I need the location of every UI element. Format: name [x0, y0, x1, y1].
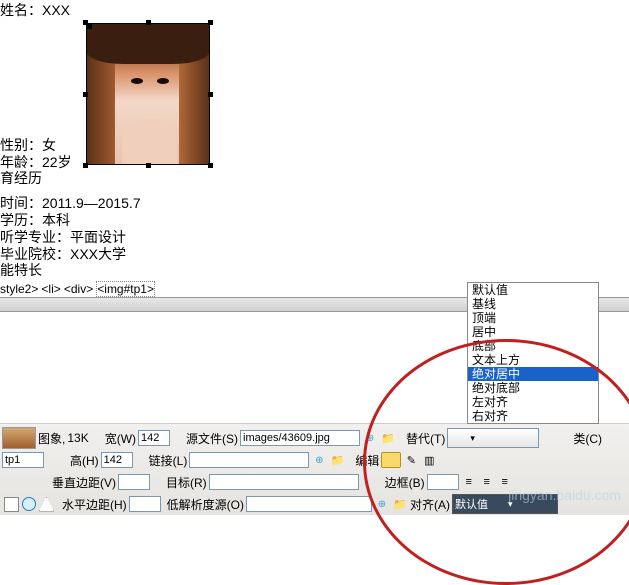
align-left-icon[interactable]: ≡: [461, 474, 477, 490]
align-label: 对齐(A): [410, 496, 450, 513]
target-input[interactable]: [209, 474, 359, 490]
map-poly-icon[interactable]: [39, 497, 54, 512]
properties-panel: 默认值 基线 顶端 居中 底部 文本上方 绝对居中 绝对底部 左对齐 右对齐 图…: [0, 423, 629, 515]
vspace-input[interactable]: [118, 474, 150, 490]
hspace-label: 水平边距(H): [62, 496, 127, 513]
align-opt-absbottom[interactable]: 绝对底部: [468, 381, 598, 395]
school-label: 毕业院校：: [0, 246, 70, 262]
section-education: 育经历: [0, 170, 629, 187]
degree-label: 学历：: [0, 212, 42, 228]
src-label: 源文件(S): [186, 430, 238, 447]
lowsrc-label: 低解析度源(O): [167, 496, 244, 513]
crumb-div[interactable]: <div>: [64, 282, 93, 296]
target-label: 目标(R): [166, 474, 207, 491]
align-opt-middle[interactable]: 居中: [468, 325, 598, 339]
major-label: 听学专业：: [0, 229, 70, 245]
time-label: 时间：: [0, 195, 42, 211]
edit-label: 编辑: [355, 452, 379, 469]
crumb-img[interactable]: <img#tp1>: [96, 281, 155, 297]
name-value: XXX: [42, 2, 70, 18]
align-opt-right[interactable]: 右对齐: [468, 409, 598, 423]
align-combo-value: 默认值: [455, 496, 488, 512]
border-label: 边框(B): [385, 474, 425, 491]
align-center-icon[interactable]: ≡: [479, 474, 495, 490]
time-value: 2011.9—2015.7: [42, 195, 141, 211]
alt-label: 替代(T): [406, 430, 445, 447]
link-folder-icon[interactable]: 📁: [329, 452, 345, 468]
link-input[interactable]: [189, 452, 309, 468]
align-opt-default[interactable]: 默认值: [468, 283, 598, 297]
image-size: 13K: [67, 431, 88, 445]
src-input[interactable]: [240, 430, 360, 446]
width-input[interactable]: [138, 430, 170, 446]
gender-value: 女: [42, 137, 56, 153]
age-value: 22岁: [42, 154, 72, 170]
height-label: 高(H): [70, 452, 99, 469]
lowsrc-input[interactable]: [246, 496, 372, 512]
width-label: 宽(W): [105, 430, 136, 447]
crumb-li[interactable]: <li>: [41, 282, 60, 296]
degree-value: 本科: [42, 212, 70, 228]
align-opt-baseline[interactable]: 基线: [468, 297, 598, 311]
edit-app-icon[interactable]: [381, 452, 401, 468]
lowsrc-point-icon[interactable]: ⊕: [374, 496, 390, 512]
map-circle-icon[interactable]: [22, 497, 36, 511]
point-to-file-icon[interactable]: ⊕: [362, 430, 378, 446]
browse-folder-icon[interactable]: 📁: [380, 430, 396, 446]
school-value: XXX大学: [70, 246, 126, 262]
gender-label: 性别：: [0, 137, 42, 153]
vspace-label: 垂直边距(V): [52, 474, 116, 491]
align-opt-absmiddle[interactable]: 绝对居中: [468, 367, 598, 381]
class-label: 类(C): [573, 430, 602, 447]
map-rect-icon[interactable]: [4, 497, 19, 512]
align-dropdown-list[interactable]: 默认值 基线 顶端 居中 底部 文本上方 绝对居中 绝对底部 左对齐 右对齐: [467, 282, 599, 424]
hspace-input[interactable]: [129, 496, 161, 512]
major-value: 平面设计: [70, 229, 126, 245]
link-label: 链接(L): [149, 452, 188, 469]
name-label: 姓名：: [0, 2, 42, 18]
age-label: 年龄：: [0, 154, 42, 170]
crumb-style2[interactable]: style2>: [0, 282, 38, 296]
alt-combo[interactable]: [447, 428, 539, 448]
align-opt-bottom[interactable]: 底部: [468, 339, 598, 353]
image-thumbnail[interactable]: [2, 427, 36, 449]
id-input[interactable]: [2, 452, 44, 468]
image-label: 图象,: [38, 430, 65, 447]
link-point-icon[interactable]: ⊕: [311, 452, 327, 468]
align-opt-top[interactable]: 顶端: [468, 311, 598, 325]
edit-tool-2-icon[interactable]: ▥: [421, 452, 437, 468]
align-opt-texttop[interactable]: 文本上方: [468, 353, 598, 367]
lowsrc-folder-icon[interactable]: 📁: [392, 496, 408, 512]
height-input[interactable]: [101, 452, 133, 468]
align-opt-left[interactable]: 左对齐: [468, 395, 598, 409]
border-input[interactable]: [427, 474, 459, 490]
edit-tool-1-icon[interactable]: ✎: [403, 452, 419, 468]
watermark: jingyan.baidu.com: [508, 487, 621, 503]
profile-photo[interactable]: [86, 23, 210, 165]
section-skill: 能特长: [0, 262, 629, 279]
